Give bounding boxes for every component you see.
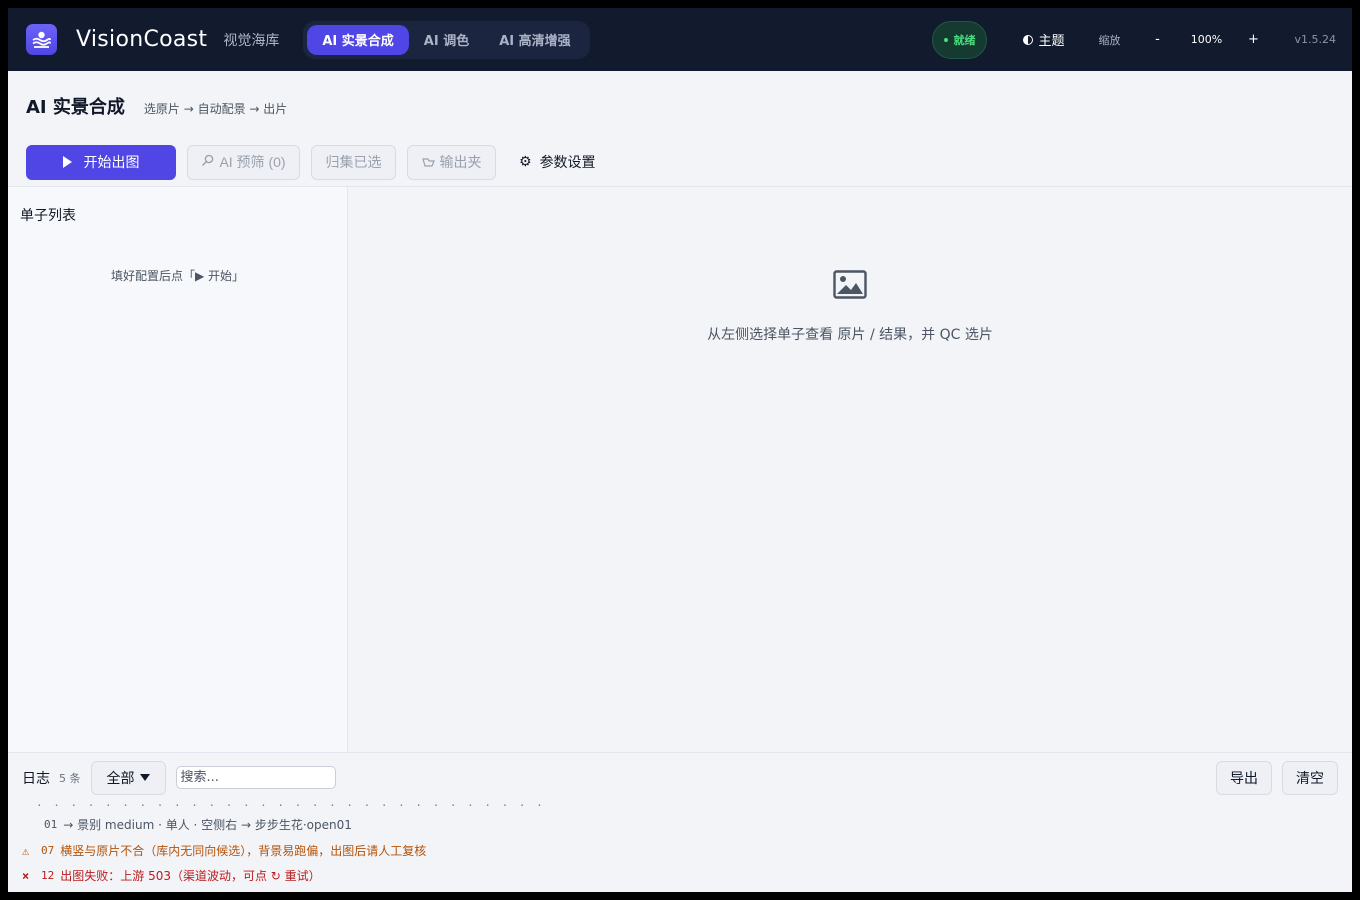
zoom-label: 缩放 [1098,33,1121,47]
main-area: 单子列表 填好配置后点「▶ 开始」 从左侧选择单子查看 原片 / 结果，并 QC… [8,187,1352,752]
status-dot-icon [944,37,949,42]
clipped-log-line: . . . . . . . . . . . . . . . . . . . . … [36,802,545,809]
settings-label: 参数设置 [539,155,596,171]
zoom-in-button[interactable]: + [1247,32,1261,47]
log-export-button[interactable]: 导出 [1216,760,1272,795]
log-line: 01 → 景别 medium · 单人 · 空侧右 → 步步生花·open01 [22,816,352,833]
log-title: 日志 [22,770,50,787]
log-line-text: → 景别 medium · 单人 · 空侧右 → 步步生花·open01 [63,818,352,832]
preview-panel: 从左侧选择单子查看 原片 / 结果，并 QC 选片 [348,187,1352,752]
page-title: AI 实景合成 [26,97,125,118]
play-icon [62,156,72,168]
page-header: AI 实景合成 选原片 → 自动配景 → 出片 [8,71,1352,129]
log-toolbar: 日志 5 条 全部 导出 清空 [8,752,1352,802]
ai-prefilter-label: AI 预筛 (0) [219,154,286,170]
log-line: ⚠ 07 横竖与原片不合（库内无同向候选），背景易跑偏，出图后请人工复核 [22,842,426,859]
wave-logo-icon [32,31,51,48]
tab-ai-color[interactable]: AI 调色 [409,25,484,55]
error-icon: × [22,868,30,883]
order-list-title: 单子列表 [20,208,76,224]
log-line-id: 01 [44,818,58,831]
search-icon [201,154,214,170]
warning-icon: ⚠ [22,843,30,858]
app-logo [26,24,57,55]
log-search-input[interactable] [175,766,336,789]
log-line-id: 07 [41,844,55,857]
log-clear-button[interactable]: 清空 [1282,760,1338,795]
output-folder-label: 输出夹 [439,154,482,170]
breadcrumb: 选原片 → 自动配景 → 出片 [143,102,288,116]
log-list: . . . . . . . . . . . . . . . . . . . . … [8,802,1352,892]
gear-icon: ⚙ [519,154,532,170]
status-text: 就绪 [953,33,976,47]
output-folder-button[interactable]: 输出夹 [407,144,496,180]
order-list-panel: 单子列表 填好配置后点「▶ 开始」 [8,187,348,752]
preview-empty-text: 从左侧选择单子查看 原片 / 结果，并 QC 选片 [707,327,993,343]
zoom-value: 100% [1190,33,1223,46]
zoom-out-button[interactable]: - [1151,32,1165,47]
app-window: VisionCoast 视觉海库 AI 实景合成 AI 调色 AI 高清增强 就… [8,8,1352,892]
start-render-button[interactable]: 开始出图 [26,144,176,180]
settings-button[interactable]: ⚙ 参数设置 [519,152,596,172]
brand-subtitle: 视觉海库 [223,32,280,49]
ai-prefilter-button[interactable]: AI 预筛 (0) [187,144,300,180]
log-level-select[interactable]: 全部 [90,760,166,795]
collect-selected-button[interactable]: 归集已选 [311,144,396,180]
log-line-id: 12 [41,869,55,882]
caret-down-icon [139,774,150,781]
log-count: 5 条 [59,771,81,785]
brand-name: VisionCoast [76,27,208,52]
start-render-label: 开始出图 [83,154,140,170]
log-line: × 12 出图失败：上游 503（渠道波动，可点 ↻ 重试） [22,867,321,884]
theme-toggle[interactable]: 主题 [1023,30,1065,49]
folder-icon [421,155,435,170]
mode-tabs: AI 实景合成 AI 调色 AI 高清增强 [303,20,590,59]
log-line-text: 横竖与原片不合（库内无同向候选），背景易跑偏，出图后请人工复核 [60,844,427,858]
top-bar: VisionCoast 视觉海库 AI 实景合成 AI 调色 AI 高清增强 就… [8,8,1352,71]
toolbar: 开始出图 AI 预筛 (0) 归集已选 输出夹 ⚙ 参数设置 [8,129,1352,187]
version-label: v1.5.24 [1294,33,1337,46]
half-circle-icon [1023,34,1034,45]
log-level-value: 全部 [106,770,135,787]
image-placeholder-icon [833,270,867,299]
status-badge: 就绪 [932,20,988,59]
order-list-hint: 填好配置后点「▶ 开始」 [110,269,245,283]
tab-ai-enhance[interactable]: AI 高清增强 [484,25,585,55]
log-line-text: 出图失败：上游 503（渠道波动，可点 ↻ 重试） [60,869,321,883]
tab-ai-scene-compose[interactable]: AI 实景合成 [307,24,409,55]
theme-label: 主题 [1038,34,1065,49]
